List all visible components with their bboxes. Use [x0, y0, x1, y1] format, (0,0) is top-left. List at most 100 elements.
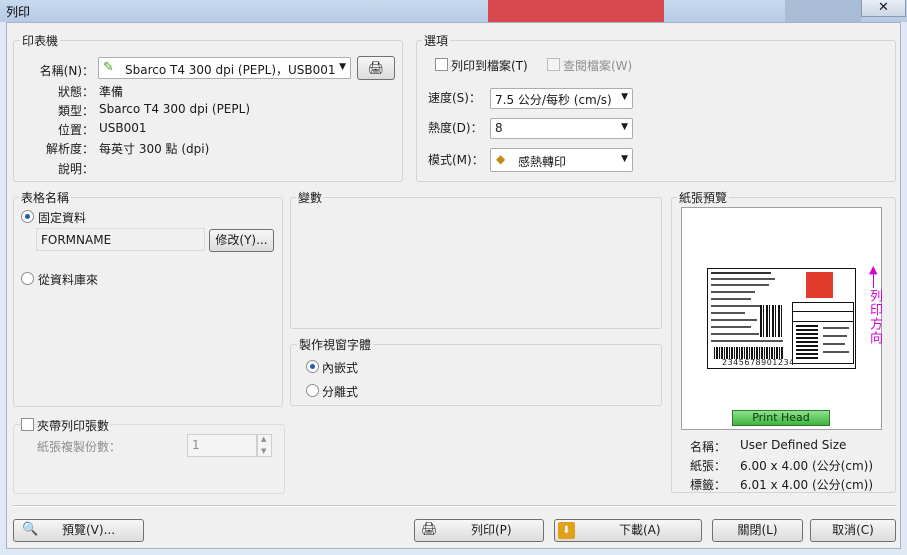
options-group-title: 選項: [422, 32, 451, 49]
variables-group: [290, 197, 662, 329]
copies-count-input[interactable]: 1: [187, 434, 257, 457]
chevron-down-icon: ▼: [621, 122, 628, 132]
print-to-file-checkbox[interactable]: [435, 58, 448, 71]
preview-button[interactable]: 🔍 預覽(V)...: [13, 519, 144, 542]
fixed-data-radio[interactable]: [21, 210, 34, 223]
print-button[interactable]: 🖨 列印(P): [414, 519, 544, 542]
label-text-line: [711, 319, 757, 321]
form-name-field[interactable]: FORMNAME: [36, 228, 205, 251]
label-text-line: [711, 305, 763, 307]
printer-properties-button[interactable]: 🖨: [357, 56, 395, 80]
speed-value: 7.5 公分/每秒 (cm/s): [495, 93, 612, 107]
chevron-down-icon: ▼: [339, 62, 346, 72]
variables-group-title: 變數: [296, 189, 325, 206]
comment-label: 說明：: [57, 162, 94, 176]
title-bar: [0, 0, 907, 22]
status-label: 狀態：: [57, 85, 94, 99]
query-file-label: 查閱檔案(W): [563, 59, 633, 73]
resolution-value: 每英寸 300 點 (dpi): [99, 142, 210, 156]
location-value: USB001: [99, 121, 147, 135]
copies-count-value: 1: [192, 438, 200, 452]
form-name-group-title: 表格名稱: [19, 189, 72, 206]
print-direction-arrow-shaft: [873, 274, 874, 288]
copies-count-label: 紙張複製份數：: [37, 440, 122, 454]
download-button-label: 下載(A): [619, 523, 661, 537]
embedded-font-radio[interactable]: [306, 360, 319, 373]
label-text-line: [711, 291, 755, 293]
label-text-line: [823, 327, 849, 329]
mode-value: 感熱轉印: [518, 155, 567, 169]
label-text-line: [823, 335, 847, 337]
label-text-line: [711, 284, 769, 286]
include-copies-label: 夾帶列印張數: [37, 417, 112, 434]
barcode-number: 2345678901234: [722, 358, 795, 367]
mode-label: 模式(M)：: [428, 153, 484, 167]
include-copies-checkbox[interactable]: [21, 418, 34, 431]
fixed-data-label: 固定資料: [38, 211, 87, 225]
label-text-line: [711, 278, 775, 280]
label-text-line: [711, 272, 771, 274]
type-label: 類型：: [57, 104, 94, 118]
print-direction-label: 列印方向: [867, 289, 882, 345]
printer-name-value: Sbarco T4 300 dpi (PEPL)，USB001: [125, 63, 336, 77]
thermal-ribbon-icon: ◆: [496, 152, 506, 166]
label-preview-thumbnail: 2345678901234: [707, 268, 856, 369]
darkness-combo[interactable]: 8 ▼: [490, 118, 633, 139]
label-size-value: 6.01 x 4.00 (公分(cm)): [740, 478, 873, 492]
download-icon: ⬇: [558, 522, 575, 539]
spin-down-icon[interactable]: ▼: [261, 447, 266, 455]
chevron-down-icon: ▼: [621, 92, 628, 102]
label-text-line: [711, 333, 759, 335]
cancel-button[interactable]: 取消(C): [810, 519, 896, 542]
paper-size-label: 紙張：: [690, 459, 727, 473]
label-size-label: 標籤：: [690, 478, 727, 492]
print-head-indicator: Print Head: [732, 410, 830, 426]
spin-up-icon[interactable]: ▲: [261, 435, 266, 443]
paper-name-value: User Defined Size: [740, 438, 847, 452]
magnifier-icon: 🔍: [22, 522, 39, 537]
darkness-value: 8: [495, 121, 503, 135]
type-value: Sbarco T4 300 dpi (PEPL): [99, 102, 250, 116]
printer-settings-icon: 🖨: [367, 61, 385, 76]
label-text-line: [711, 340, 783, 342]
modify-button[interactable]: 修改(Y)...: [209, 229, 274, 252]
printer-name-combo[interactable]: ✎ Sbarco T4 300 dpi (PEPL)，USB001 ▼: [98, 57, 351, 79]
speed-combo[interactable]: 7.5 公分/每秒 (cm/s) ▼: [490, 88, 633, 109]
footer-separator-highlight: [13, 506, 896, 507]
close-window-button[interactable]: ✕: [861, 0, 906, 17]
copies-spinner[interactable]: ▲ ▼: [257, 434, 272, 457]
from-database-radio[interactable]: [21, 272, 34, 285]
label-text-line: [823, 343, 845, 345]
query-file-checkbox[interactable]: [547, 58, 560, 71]
form-name-value: FORMNAME: [41, 233, 112, 247]
mode-combo[interactable]: ◆ 感熱轉印 ▼: [490, 148, 633, 172]
separate-font-label: 分離式: [322, 385, 359, 399]
paper-preview-group-title: 紙張預覽: [677, 189, 730, 206]
close-button[interactable]: 關閉(L): [712, 519, 803, 542]
qr-code-icon: [760, 305, 784, 337]
printer-name-label: 名稱(N)：: [39, 64, 94, 78]
label-text-line: [823, 351, 849, 353]
printer-icon: 🖨: [421, 522, 438, 537]
download-button[interactable]: ⬇ 下載(A): [554, 519, 702, 542]
label-text-line: [711, 312, 745, 314]
separate-font-radio[interactable]: [306, 384, 319, 397]
printer-group-title: 印表機: [20, 32, 61, 49]
background-window-strip-gray: [785, 0, 861, 22]
resolution-label: 解析度：: [45, 142, 94, 156]
printer-cable-icon: ✎: [103, 60, 114, 75]
print-button-label: 列印(P): [471, 523, 512, 537]
location-label: 位置：: [57, 123, 94, 137]
speed-label: 速度(S)：: [428, 91, 481, 105]
label-text-line: [711, 298, 751, 300]
from-database-label: 從資料庫來: [38, 273, 99, 287]
font-mode-group-title: 製作視窗字體: [297, 336, 374, 353]
paper-size-value: 6.00 x 4.00 (公分(cm)): [740, 459, 873, 473]
label-text-line: [711, 326, 751, 328]
embedded-font-label: 內嵌式: [322, 361, 359, 375]
label-box-grid: [796, 325, 818, 359]
darkness-label: 熱度(D)：: [428, 121, 483, 135]
background-window-strip: [488, 0, 664, 22]
window-title: 列印: [6, 5, 31, 19]
paper-name-label: 名稱：: [690, 440, 727, 454]
